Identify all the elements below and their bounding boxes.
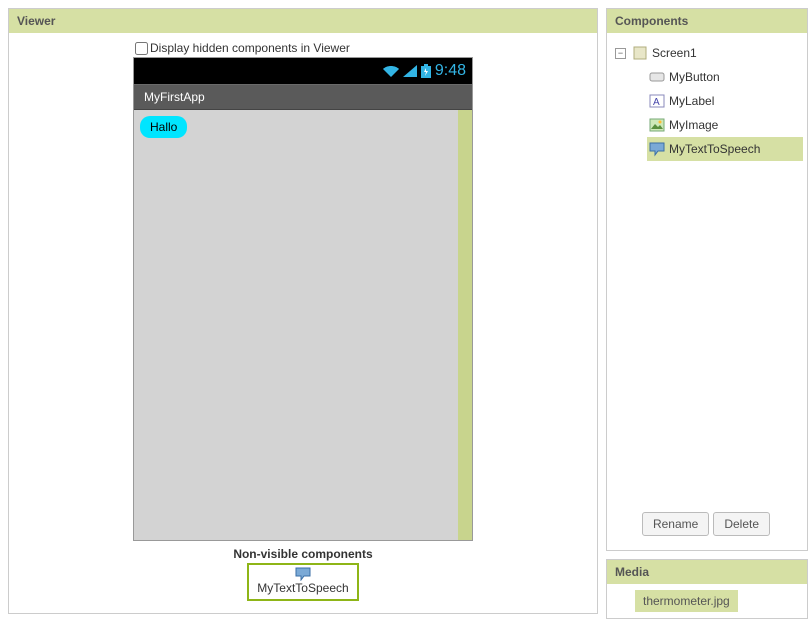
speech-bubble-icon [295, 567, 311, 581]
tree-item-label: MyImage [669, 118, 718, 132]
components-panel-title: Components [607, 9, 807, 33]
display-hidden-checkbox[interactable] [135, 42, 148, 55]
signal-icon [403, 65, 417, 77]
speech-bubble-icon [649, 141, 665, 157]
display-hidden-toggle[interactable]: Display hidden components in Viewer [135, 41, 350, 55]
tree-item-mybutton[interactable]: MyButton [647, 65, 803, 89]
tree-item-myimage[interactable]: MyImage [647, 113, 803, 137]
phone-preview: 9:48 MyFirstApp Hallo [133, 57, 473, 541]
tree-item-mytexttospeech[interactable]: MyTextToSpeech [647, 137, 803, 161]
wifi-icon [383, 65, 399, 77]
display-hidden-label: Display hidden components in Viewer [150, 41, 350, 55]
nonvisible-component-item[interactable]: MyTextToSpeech [247, 563, 358, 601]
button-icon [649, 69, 665, 85]
phone-status-bar: 9:48 [134, 58, 472, 84]
components-panel: Components − Screen1 [606, 8, 808, 551]
phone-app-title: MyFirstApp [134, 84, 472, 110]
media-item[interactable]: thermometer.jpg [635, 590, 738, 612]
phone-time: 9:48 [435, 62, 466, 80]
viewer-panel-title: Viewer [9, 9, 597, 33]
nonvisible-component-name: MyTextToSpeech [257, 581, 348, 595]
svg-text:A: A [653, 97, 660, 108]
viewer-panel: Viewer Display hidden components in View… [8, 8, 598, 614]
tree-item-label: MyTextToSpeech [669, 142, 760, 156]
tree-item-mylabel[interactable]: A MyLabel [647, 89, 803, 113]
screen-icon [632, 45, 648, 61]
tree-item-label: Screen1 [652, 46, 697, 60]
tree-item-label: MyLabel [669, 94, 714, 108]
media-panel-title: Media [607, 560, 807, 584]
delete-button[interactable]: Delete [713, 512, 770, 536]
image-icon [649, 117, 665, 133]
phone-scrollbar[interactable] [458, 110, 472, 540]
tree-item-label: MyButton [669, 70, 720, 84]
nonvisible-components-label: Non-visible components [233, 547, 372, 561]
media-panel: Media thermometer.jpg [606, 559, 808, 619]
label-icon: A [649, 93, 665, 109]
tree-item-screen1[interactable]: − Screen1 [613, 41, 803, 65]
collapse-icon[interactable]: − [615, 48, 626, 59]
hallo-button[interactable]: Hallo [140, 116, 187, 138]
battery-icon [421, 64, 431, 78]
rename-button[interactable]: Rename [642, 512, 709, 536]
components-tree: − Screen1 MyButton [613, 41, 803, 506]
